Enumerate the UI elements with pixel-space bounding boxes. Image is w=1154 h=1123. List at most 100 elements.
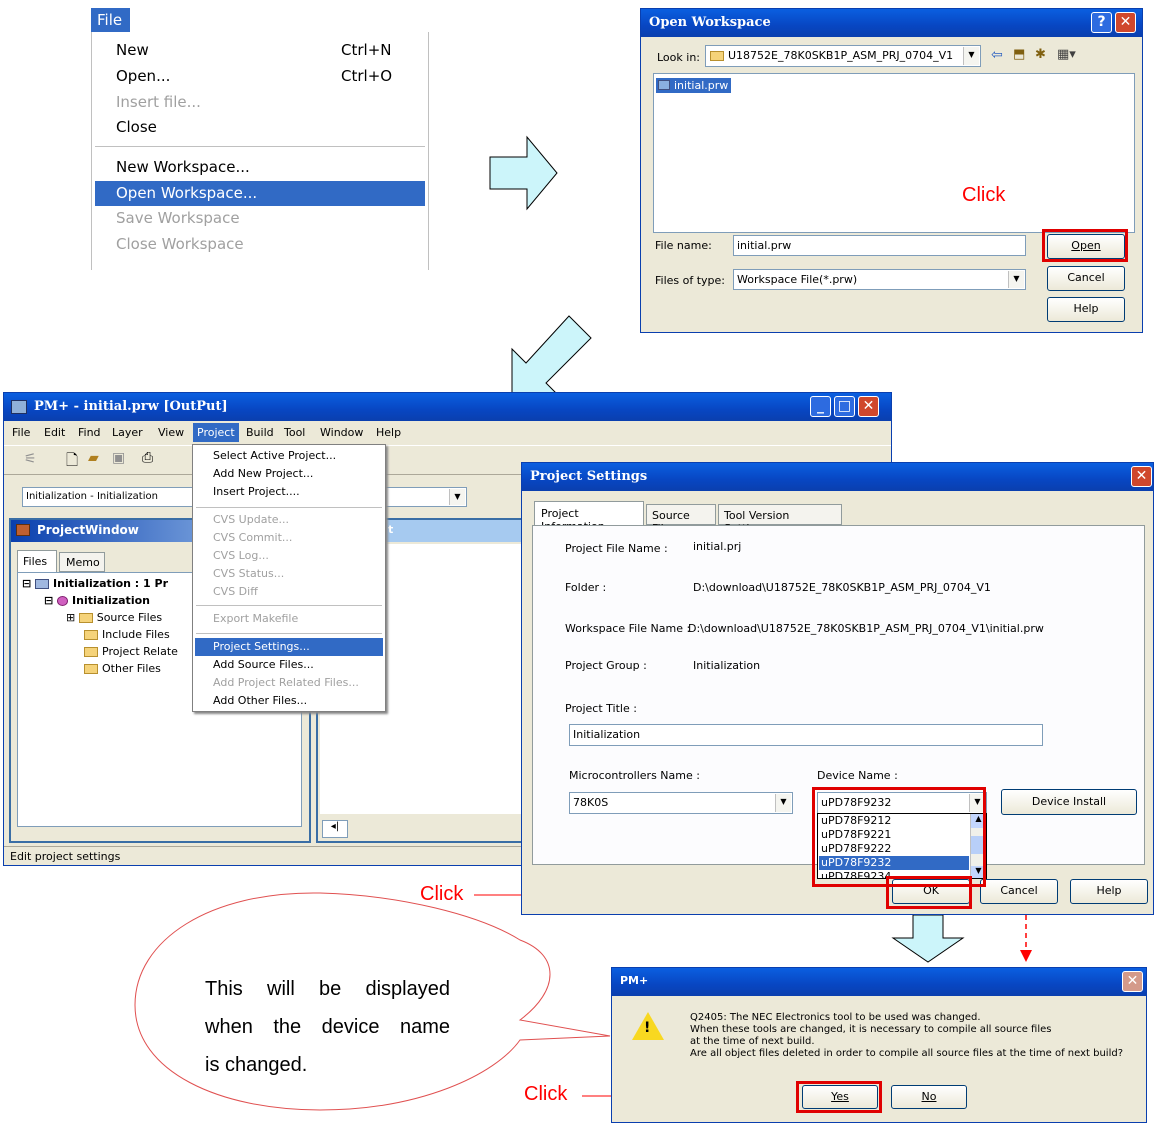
menu-cvs-diff: CVS Diff [213,585,258,598]
help-button[interactable]: Help [1047,297,1125,322]
tree-include-files[interactable]: Include Files [84,628,170,641]
file-item-initial-prw[interactable]: initial.prw [656,78,732,93]
file-menu-panel: File New Ctrl+N Open... Ctrl+O Insert file… [91,8,429,270]
confirm-message-line1: Q2405: The NEC Electronics tool to be us… [690,1012,981,1023]
help-icon[interactable]: ? [1091,12,1112,33]
callout-line-3: is changed. [205,1054,308,1076]
menu-add-other-files[interactable]: Add Other Files... [195,692,383,710]
minimize-icon[interactable]: _ [810,396,831,417]
menu-view[interactable]: View [158,426,184,439]
menu-cvs-status: CVS Status... [213,567,285,580]
close-icon[interactable]: ✕ [1122,971,1143,992]
files-of-type-dropdown[interactable]: Workspace File(*.prw) ▼ [733,269,1026,290]
menu-item-close-workspace: Close Workspace [116,235,244,253]
mcu-dropdown[interactable]: 78K0S ▼ [569,792,793,814]
confirm-message-line3: at the time of next build. [690,1036,815,1047]
view-menu-icon[interactable]: ▦▾ [1057,47,1076,62]
folder-label: Folder : [565,581,607,594]
project-file-name-value: initial.prj [693,540,742,553]
tree-project-related[interactable]: Project Relate [84,645,178,658]
menu-separator [196,605,382,606]
tab-source-file[interactable]: Source File [646,504,716,535]
no-button[interactable]: No [891,1085,967,1109]
tab-memo[interactable]: Memo [59,552,105,572]
menu-item-save-workspace: Save Workspace [116,209,240,227]
mcu-label: Microcontrollers Name : [569,769,700,782]
look-in-dropdown[interactable]: U18752E_78K0SKB1P_ASM_PRJ_0704_V1 ▼ [705,45,981,67]
menu-item-new-workspace[interactable]: New Workspace... [91,155,429,180]
project-file-name-label: Project File Name : [565,542,668,555]
menu-file[interactable]: File [12,426,30,439]
close-icon[interactable]: ✕ [1131,466,1152,487]
app-icon [11,400,27,414]
open-folder-icon[interactable]: ▰ [88,450,99,466]
menu-window[interactable]: Window [320,426,363,439]
tree-project[interactable]: ⊟ Initialization [44,594,150,607]
folder-value: D:\download\U18752E_78K0SKB1P_ASM_PRJ_07… [693,581,991,594]
maximize-icon[interactable]: □ [834,396,855,417]
tree-other-files[interactable]: Other Files [84,662,161,675]
up-folder-icon[interactable]: ⬒ [1013,47,1025,62]
files-of-type-label: Files of type: [655,274,726,287]
help-button[interactable]: Help [1070,879,1148,904]
tree-root[interactable]: ⊟ Initialization : 1 Pr [22,577,168,590]
chevron-down-icon: ▼ [775,794,791,812]
chevron-down-icon: ▼ [1008,271,1024,288]
menu-item-open-workspace[interactable]: Open Workspace... [95,181,425,206]
menu-add-source-files[interactable]: Add Source Files... [195,656,383,674]
menu-add-new-project[interactable]: Add New Project... [195,465,383,483]
menu-item-close[interactable]: Close [91,115,429,140]
menu-item-open[interactable]: Open... Ctrl+O [91,64,429,89]
project-title-input[interactable]: Initialization [569,724,1043,746]
confirm-message-line4: Are all object files deleted in order to… [690,1048,1124,1059]
tab-tool-version-settings[interactable]: Tool Version Settings [718,504,842,535]
menu-project[interactable]: Project [193,423,239,442]
settings-titlebar: Project Settings [522,463,1153,491]
device-install-button[interactable]: Device Install [1001,789,1137,815]
close-icon[interactable]: ✕ [858,396,879,417]
file-list[interactable]: initial.prw Click [653,73,1135,233]
save-icon[interactable]: ▣ [112,450,125,466]
workspace-file-value: D:\download\U18752E_78K0SKB1P_ASM_PRJ_07… [688,622,1044,635]
click-label-yes: Click [524,1083,568,1105]
menu-insert-project[interactable]: Insert Project.... [195,483,383,501]
menubar: File Edit Find Layer View Project Build … [4,423,891,443]
workspace-file-label: Workspace File Name : [565,622,691,635]
project-group-value: Initialization [693,659,761,672]
highlight-open-button [1042,229,1128,262]
flow-arrow-right-1 [489,135,558,211]
menu-layer[interactable]: Layer [112,426,143,439]
file-name-label: File name: [655,239,712,252]
print-icon[interactable]: ⎙ [142,450,153,466]
menu-tool[interactable]: Tool [284,426,305,439]
tab-files[interactable]: Files [17,550,57,572]
menu-build[interactable]: Build [246,426,274,439]
menu-project-settings[interactable]: Project Settings... [195,638,383,656]
cancel-button[interactable]: Cancel [1047,266,1125,291]
project-title-label: Project Title : [565,702,637,715]
menu-help[interactable]: Help [376,426,401,439]
cancel-button[interactable]: Cancel [980,879,1058,904]
highlight-yes-button [796,1081,882,1113]
file-menu-title[interactable]: File [91,8,130,32]
close-icon[interactable]: ✕ [1115,12,1136,33]
back-icon[interactable]: ⇦ [991,47,1003,63]
menu-select-active-project[interactable]: Select Active Project... [195,447,383,465]
chevron-down-icon: ▼ [449,489,465,505]
file-name-input[interactable]: initial.prw [733,235,1026,256]
device-name-label: Device Name : [817,769,898,782]
tree-source-files[interactable]: ⊞ Source Files [66,611,162,624]
wizard-icon[interactable]: ⚟ [24,451,37,467]
new-folder-icon[interactable]: ✱ [1035,47,1046,62]
menu-cvs-update: CVS Update... [213,513,290,526]
menu-edit[interactable]: Edit [44,426,65,439]
menu-item-new[interactable]: New Ctrl+N [91,38,429,63]
tab-project-information[interactable]: Project Information [534,501,644,533]
scroll-left-button[interactable]: ◂| [322,820,348,838]
menu-find[interactable]: Find [78,426,101,439]
new-file-icon[interactable]: 🗋 [66,450,78,475]
project-menu: Select Active Project... Add New Project… [192,444,386,712]
folder-icon [710,51,724,61]
callout-line-2: when the device name [205,1016,450,1038]
menu-separator [95,146,425,147]
